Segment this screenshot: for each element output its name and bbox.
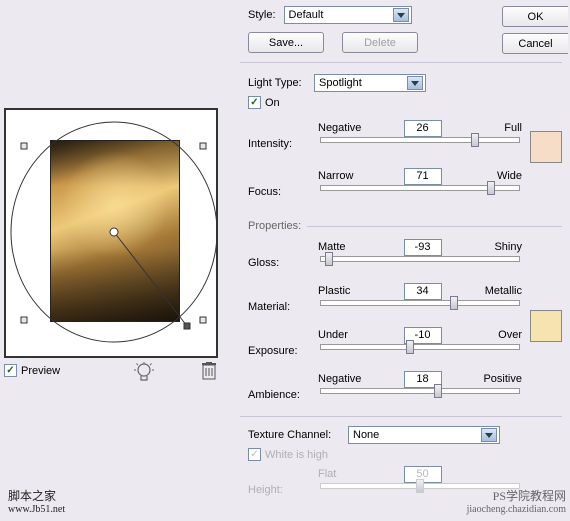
preview-label: Preview bbox=[21, 365, 60, 377]
on-label: On bbox=[265, 97, 280, 109]
light-target-handle[interactable] bbox=[184, 323, 191, 330]
focus-left: Narrow bbox=[318, 170, 373, 182]
delete-button[interactable]: Delete bbox=[342, 32, 418, 53]
intensity-row: Intensity: Negative Full bbox=[248, 119, 522, 153]
focus-value[interactable] bbox=[404, 168, 442, 185]
ambience-right: Positive bbox=[472, 373, 522, 385]
on-checkbox[interactable]: ✓ bbox=[248, 96, 261, 109]
lightbulb-icon[interactable] bbox=[134, 362, 154, 389]
intensity-right: Full bbox=[472, 122, 522, 134]
ambience-left: Negative bbox=[318, 373, 373, 385]
exposure-left: Under bbox=[318, 329, 373, 341]
ellipse-handle[interactable] bbox=[21, 143, 28, 150]
light-color-swatch[interactable] bbox=[530, 131, 562, 163]
focus-row: Focus: Narrow Wide bbox=[248, 167, 522, 201]
footer-left: 脚本之家 www.Jb51.net bbox=[8, 487, 65, 515]
focus-label: Focus: bbox=[248, 186, 318, 198]
footer-right: PS学院教程网 jiaocheng.chazidian.com bbox=[467, 487, 566, 515]
chevron-down-icon bbox=[407, 76, 423, 90]
style-value: Default bbox=[289, 9, 391, 21]
texture-channel-dropdown[interactable]: None bbox=[348, 426, 500, 444]
light-type-label: Light Type: bbox=[248, 77, 314, 89]
preview-box[interactable] bbox=[4, 108, 218, 358]
texture-channel-label: Texture Channel: bbox=[248, 429, 348, 441]
white-high-checkbox: ✓ bbox=[248, 448, 261, 461]
gloss-value[interactable] bbox=[404, 239, 442, 256]
light-center-handle[interactable] bbox=[110, 228, 119, 237]
material-slider[interactable] bbox=[320, 300, 520, 306]
style-dropdown[interactable]: Default bbox=[284, 6, 412, 24]
preview-checkbox[interactable]: ✓ bbox=[4, 364, 17, 377]
intensity-slider[interactable] bbox=[320, 137, 520, 143]
material-right: Metallic bbox=[472, 285, 522, 297]
ok-button[interactable]: OK bbox=[502, 6, 568, 27]
intensity-value[interactable] bbox=[404, 120, 442, 137]
intensity-label: Intensity: bbox=[248, 138, 318, 150]
gloss-label: Gloss: bbox=[248, 257, 318, 269]
light-type-dropdown[interactable]: Spotlight bbox=[314, 74, 426, 92]
ambience-color-swatch[interactable] bbox=[530, 310, 562, 342]
material-left: Plastic bbox=[318, 285, 373, 297]
ambience-slider[interactable] bbox=[320, 388, 520, 394]
cancel-button[interactable]: Cancel bbox=[502, 33, 568, 54]
chevron-down-icon bbox=[481, 428, 497, 442]
focus-slider[interactable] bbox=[320, 185, 520, 191]
material-label: Material: bbox=[248, 301, 318, 313]
texture-channel-value: None bbox=[353, 429, 479, 441]
properties-legend: Properties: bbox=[248, 220, 307, 232]
material-value[interactable] bbox=[404, 283, 442, 300]
trash-icon[interactable] bbox=[202, 362, 216, 385]
ellipse-handle[interactable] bbox=[200, 143, 207, 150]
light-type-value: Spotlight bbox=[319, 77, 405, 89]
save-button[interactable]: Save... bbox=[248, 32, 324, 53]
exposure-right: Over bbox=[472, 329, 522, 341]
gloss-slider[interactable] bbox=[320, 256, 520, 262]
ambience-label: Ambience: bbox=[248, 389, 318, 401]
intensity-left: Negative bbox=[318, 122, 373, 134]
white-high-label: White is high bbox=[265, 449, 328, 461]
gloss-right: Shiny bbox=[472, 241, 522, 253]
style-label: Style: bbox=[248, 9, 276, 21]
height-label: Height: bbox=[248, 484, 318, 496]
chevron-down-icon bbox=[393, 8, 409, 22]
height-left: Flat bbox=[318, 468, 373, 480]
focus-right: Wide bbox=[472, 170, 522, 182]
ellipse-handle[interactable] bbox=[21, 317, 28, 324]
ellipse-handle[interactable] bbox=[200, 317, 207, 324]
exposure-label: Exposure: bbox=[248, 345, 318, 357]
exposure-slider[interactable] bbox=[320, 344, 520, 350]
